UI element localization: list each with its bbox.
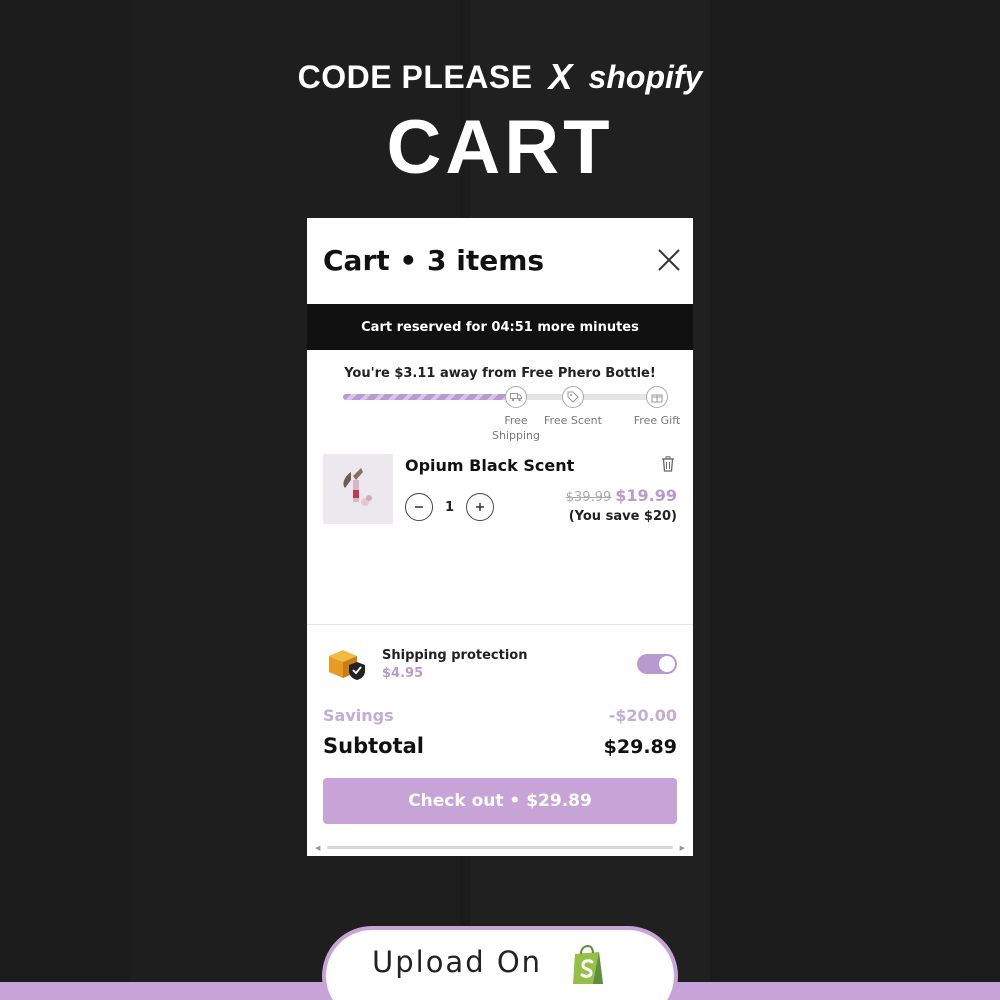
perfume-bottle-image [343,468,372,506]
gift-icon [651,394,663,403]
close-button[interactable] [655,246,683,274]
milestone-label-free-gift: Free Gift [633,414,681,427]
milestone-label-free-shipping: Free Shipping [492,414,540,442]
subtotal-label: Subtotal [323,734,424,758]
cart-header: Cart • 3 items [307,218,693,302]
cart-reserved-banner: Cart reserved for 04:51 more minutes [307,304,693,350]
remove-item-button[interactable] [661,456,675,472]
toggle-knob [659,656,675,672]
close-icon [658,249,680,271]
brand-x-separator: X [548,56,573,97]
horizontal-scrollbar[interactable]: ◀ ▶ [315,844,685,852]
decrease-quantity-button[interactable] [405,493,433,521]
milestone-free-shipping [505,386,527,408]
increase-quantity-button[interactable] [466,493,495,521]
savings-note: (You save $20) [568,509,677,524]
brand-code-please: CODE PLEASE [297,58,533,95]
shipping-protection-toggle[interactable] [637,654,677,674]
shipping-protection-price: $4.95 [382,666,424,681]
scroll-thumb[interactable] [327,846,673,849]
product-price: $39.99 $19.99 [566,486,677,505]
free-gift-progress-bar [343,394,655,400]
milestone-free-scent [562,386,584,408]
original-price: $39.99 [565,490,612,505]
product-name[interactable]: Opium Black Scent [405,456,574,475]
plus-icon [476,503,485,511]
tag-icon [567,391,579,403]
quantity-value: 1 [445,499,455,515]
product-image[interactable] [323,454,393,524]
shopify-bag-icon [569,944,607,986]
progress-fill [343,394,515,400]
subtotal-value: $29.89 [603,736,677,758]
shipping-protection-icon [327,646,369,680]
savings-label: Savings [323,706,394,725]
minus-icon [415,506,423,508]
truck-icon [510,393,522,402]
sale-price: $19.99 [615,486,677,505]
scroll-left-arrow-icon[interactable]: ◀ [315,844,320,852]
shipping-protection-title: Shipping protection [382,648,528,663]
cart-drawer: Cart • 3 items Cart reserved for 04:51 m… [307,218,693,856]
quantity-stepper: 1 [405,493,495,521]
scroll-right-arrow-icon[interactable]: ▶ [680,844,685,852]
cart-title: Cart • 3 items [323,244,545,277]
free-gift-progress-message: You're $3.11 away from Free Phero Bottle… [344,366,656,381]
checkout-button[interactable]: Check out • $29.89 [323,778,677,824]
divider [307,624,693,625]
milestone-label-free-scent: Free Scent [544,414,602,427]
page-title: CART [386,105,614,190]
upload-on-label: Upload On [372,945,543,979]
trash-icon [662,456,674,472]
brand-line: CODE PLEASE X shopify [0,56,1000,98]
package-shield-icon [329,650,365,680]
milestone-free-gift [646,386,668,408]
savings-value: -$20.00 [608,706,677,725]
brand-shopify: shopify [588,58,703,95]
